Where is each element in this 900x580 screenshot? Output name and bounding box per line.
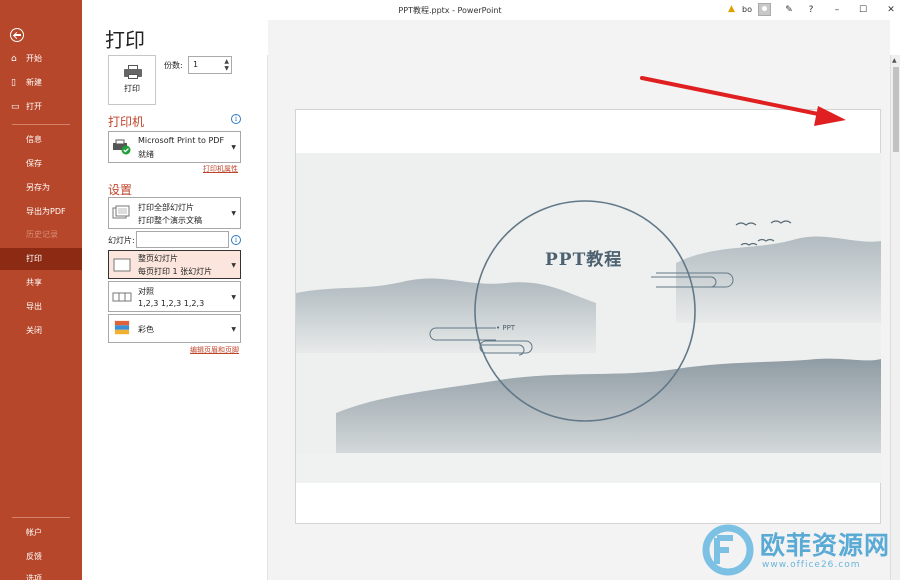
annotation-arrow (640, 76, 846, 126)
watermark: 欧菲资源网 www.office26.com (700, 520, 900, 580)
office26-logo (702, 524, 754, 576)
watermark-url: www.office26.com (762, 560, 861, 570)
watermark-name: 欧菲资源网 (760, 531, 891, 560)
